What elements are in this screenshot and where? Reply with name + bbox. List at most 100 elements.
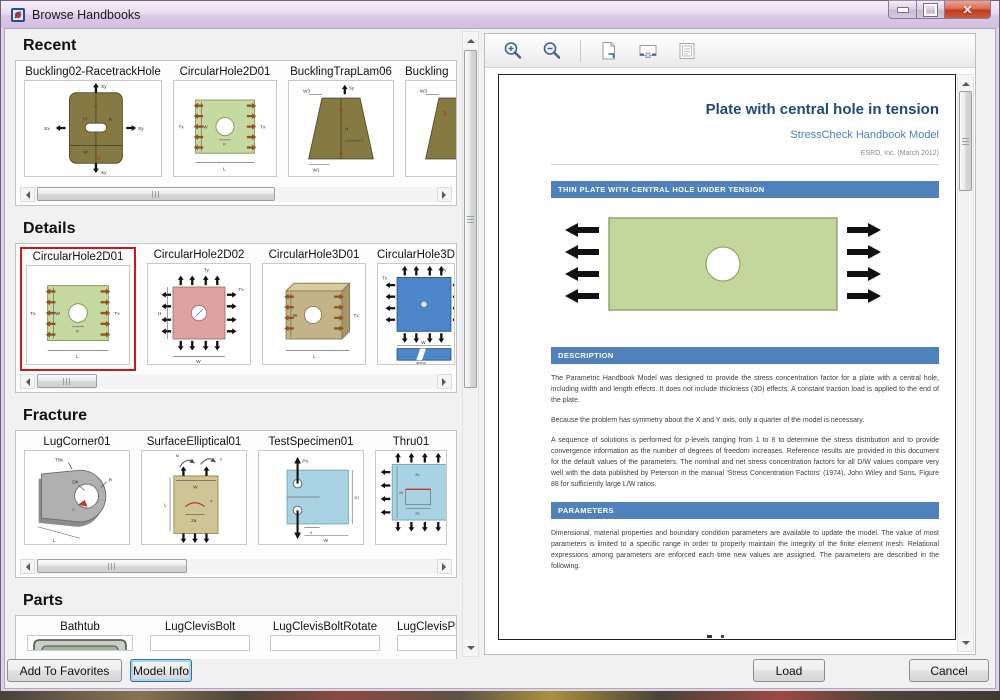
svg-text:W: W [196,359,201,364]
thumbnail-image: Tx W R L Tx [173,80,277,177]
model-thumbnail-lugclevisboltrotate[interactable]: LugClevisBoltRotate [264,621,386,651]
desktop-background-strip [0,691,1000,700]
scroll-down-arrow[interactable] [463,640,478,656]
svg-text:2a: 2a [191,518,197,524]
svg-text:L: L [164,503,167,509]
browser-vertical-scrollbar[interactable] [462,31,479,657]
scroll-down-arrow[interactable] [958,635,973,651]
section-header-recent: Recent [23,37,461,55]
scroll-right-arrow[interactable] [437,374,452,389]
model-thumbnail-buckling02-racetrackhole[interactable]: Buckling02-RacetrackHole Sy C H [24,66,162,177]
scroll-right-arrow[interactable] [437,559,452,574]
model-thumbnail-buckling-clipped[interactable]: Buckling W3 S [405,66,456,177]
document-subtitle: StressCheck Handbook Model [499,129,939,141]
scroll-right-arrow[interactable] [437,187,452,202]
model-thumbnail-bucklingtraplam06[interactable]: BucklingTrapLam06 W3 Sy S H [288,66,394,177]
svg-text:S: S [339,151,343,157]
svg-text:W: W [193,484,198,490]
section-group-parts: Bathtub LugClevisBolt LugClev [15,615,457,659]
svg-text:R: R [109,117,113,123]
load-button[interactable]: Load [753,659,825,682]
close-icon: ✕ [962,4,972,16]
zoom-in-icon[interactable] [501,39,525,63]
up-arrow-icon [962,78,970,86]
thumbnail-image: Tx W R L Tx [26,265,130,365]
maximize-button[interactable] [917,0,945,19]
close-button[interactable]: ✕ [945,0,991,19]
document-page: Plate with central hole in tension Stres… [498,74,956,640]
svg-text:2b: 2b [415,473,419,477]
svg-text:Sy: Sy [138,126,144,132]
svg-text:Tx: Tx [382,275,388,281]
model-thumbnail-circularhole2d02[interactable]: CircularHole2D02 [147,249,251,365]
svg-text:W: W [83,149,88,155]
cancel-button[interactable]: Cancel [909,659,989,682]
model-thumbnail-lugcorner01[interactable]: LugCorner01 Thk Dh [24,436,130,545]
scroll-up-arrow[interactable] [463,32,478,48]
scroll-thumb[interactable] [959,91,972,191]
model-thumbnail-lugclevisbolt[interactable]: LugClevisBolt [147,621,253,651]
thumbnail-image: W3 Sy S H LAMINATE S W1 [288,80,394,177]
model-thumbnail-circularhole2d01-selected[interactable]: CircularHole2D01 Tx [20,247,136,371]
document-title: Plate with central hole in tension [499,101,939,118]
svg-text:Thk: Thk [55,458,64,464]
scroll-thumb[interactable] [37,374,97,388]
scroll-thumb[interactable] [37,559,187,573]
thumbnail-image: M S W L a 2a [141,450,247,545]
preview-vertical-scrollbar[interactable] [957,74,974,652]
svg-text:Sy: Sy [101,170,107,176]
model-thumbnail-surfaceelliptical01[interactable]: SurfaceElliptical01 M [141,436,247,545]
fit-width-icon[interactable] [636,39,660,63]
model-thumbnail-thru01[interactable]: Thru01 2b [375,436,447,545]
scroll-track[interactable] [958,91,973,635]
dialog-client-area: Recent Buckling02-RacetrackHole [4,28,996,689]
svg-text:Po: Po [302,459,308,465]
scroll-left-arrow[interactable] [20,374,35,389]
left-arrow-icon [22,191,30,199]
section-header-fracture: Fracture [23,407,461,425]
model-thumbnail-bathtub[interactable]: Bathtub [24,621,136,651]
svg-text:Tx: Tx [260,125,266,131]
fit-page-icon[interactable] [597,39,621,63]
section-header-details: Details [23,220,461,238]
svg-text:W: W [293,313,298,319]
browse-handbooks-dialog: Browse Handbooks ✕ Recent Buckling02-Rac… [0,0,1000,693]
scroll-left-arrow[interactable] [20,187,35,202]
right-arrow-icon [442,191,450,199]
scroll-left-arrow[interactable] [20,559,35,574]
model-thumbnail-lugclevispi-clipped[interactable]: LugClevisPi [397,621,456,651]
svg-text:Tx: Tx [238,287,244,293]
thumbnail-image [27,635,133,651]
title-bar[interactable]: Browse Handbooks ✕ [1,1,999,28]
svg-text:C: C [97,155,101,161]
thumbnail-image: Po 2H a W [258,450,364,545]
add-to-favorites-button[interactable]: Add To Favorites [7,659,122,682]
scroll-track[interactable] [35,559,437,574]
left-arrow-icon [22,378,30,386]
scroll-thumb[interactable] [464,50,477,388]
model-thumbnail-circularhole2d01[interactable]: CircularHole2D01 Tx [173,66,277,177]
scroll-track[interactable] [463,48,478,640]
svg-text:W: W [421,340,426,346]
page-footer-clipped [707,635,733,638]
svg-text:Sy: Sy [101,84,107,90]
scroll-track[interactable] [35,187,437,202]
zoom-out-icon[interactable] [540,39,564,63]
minimize-button[interactable] [888,0,917,19]
scroll-track[interactable] [35,374,437,389]
svg-text:M: M [176,454,179,458]
svg-text:W3: W3 [303,88,310,94]
description-paragraph: Because the problem has symmetry about t… [551,415,939,426]
fracture-horizontal-scrollbar[interactable] [20,559,452,574]
model-thumbnail-circularhole3d02-clipped[interactable]: CircularHole3D [377,249,455,365]
model-thumbnail-testspecimen01[interactable]: TestSpecimen01 Po [258,436,364,545]
thumbnail-image [150,635,250,651]
model-info-button[interactable]: Model Info [130,659,192,682]
model-thumbnail-circularhole3d01[interactable]: CircularHole3D01 [262,249,366,365]
scroll-thumb[interactable] [37,187,275,201]
scroll-up-arrow[interactable] [958,75,973,91]
recent-horizontal-scrollbar[interactable] [20,187,452,202]
svg-text:W1: W1 [313,167,320,173]
details-horizontal-scrollbar[interactable] [20,374,452,389]
reading-view-icon[interactable] [675,39,699,63]
